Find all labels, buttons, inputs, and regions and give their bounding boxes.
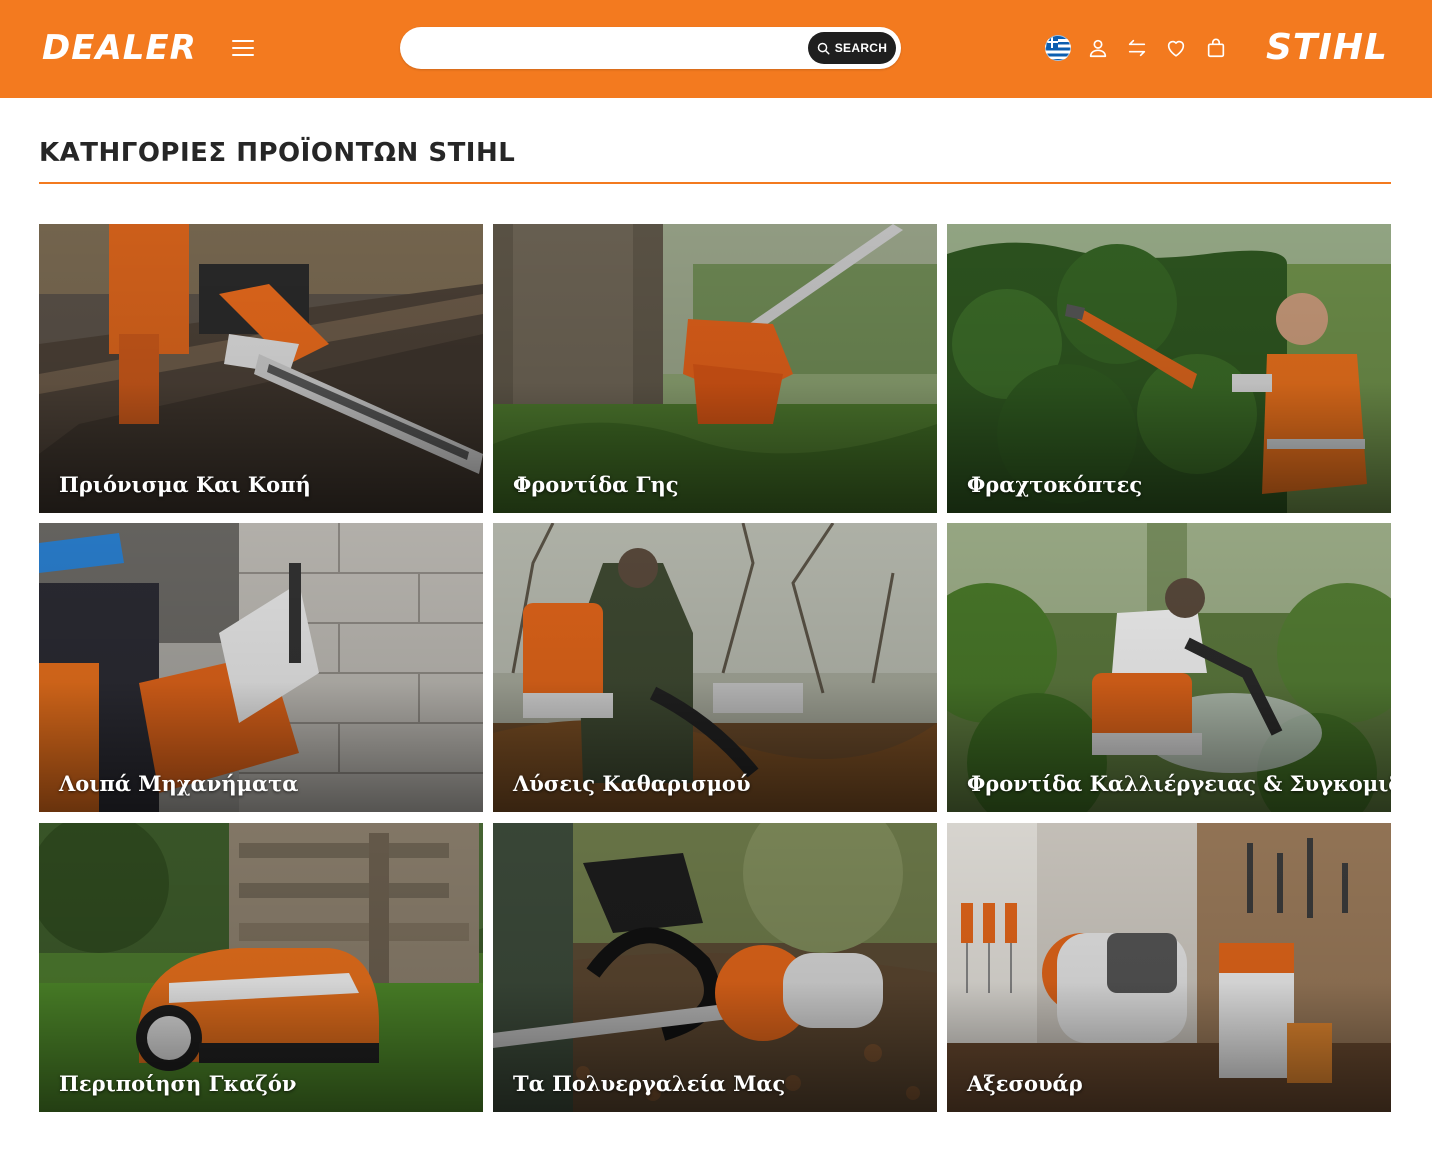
greece-flag-icon <box>1045 35 1071 61</box>
category-label: Λοιπά Μηχανήματα <box>59 771 299 796</box>
menu-icon[interactable] <box>230 36 256 60</box>
heart-icon <box>1167 40 1185 57</box>
cart-button[interactable] <box>1202 34 1230 62</box>
category-tile-accessories[interactable]: Αξεσουάρ <box>947 823 1391 1112</box>
search-icon <box>817 42 830 55</box>
category-grid: Πριόνισμα Και Κοπή Φροντίδα Γης Φραχτοκό… <box>39 224 1391 1112</box>
category-tile-sawing-cutting[interactable]: Πριόνισμα Και Κοπή <box>39 224 483 513</box>
search-button[interactable]: SEARCH <box>808 32 896 64</box>
category-label: Περιποίηση Γκαζόν <box>59 1071 297 1096</box>
wishlist-button[interactable] <box>1162 34 1190 62</box>
shopping-bag-icon <box>1207 38 1225 58</box>
category-label: Φραχτοκόπτες <box>967 472 1143 497</box>
user-icon <box>1089 39 1107 58</box>
title-divider <box>39 182 1391 184</box>
dealer-logo[interactable]: DEALER <box>42 26 197 70</box>
page-title: ΚΑΤΗΓΟΡΙΕΣ ΠΡΟΪΟΝΤΩΝ STIHL <box>39 138 516 168</box>
category-label: Φροντίδα Γης <box>513 472 679 497</box>
category-label: Πριόνισμα Και Κοπή <box>59 472 311 497</box>
category-label: Λύσεις Καθαρισμού <box>513 771 751 796</box>
language-selector[interactable] <box>1044 34 1072 62</box>
category-tile-crop-care-harvest[interactable]: Φροντίδα Καλλιέργειας & Συγκομιδή <box>947 523 1391 812</box>
category-tile-multi-tools[interactable]: Τα Πολυεργαλεία Μας <box>493 823 937 1112</box>
search-input[interactable] <box>418 33 798 63</box>
site-header: DEALER SEARCH STIHL <box>0 0 1432 98</box>
compare-button[interactable] <box>1123 34 1151 62</box>
category-label: Φροντίδα Καλλιέργειας & Συγκομιδή <box>967 771 1391 796</box>
category-tile-land-care[interactable]: Φροντίδα Γης <box>493 224 937 513</box>
category-label: Τα Πολυεργαλεία Μας <box>513 1071 786 1096</box>
search-button-label: SEARCH <box>834 41 888 55</box>
search-bar: SEARCH <box>400 27 901 69</box>
category-tile-hedge-trimmers[interactable]: Φραχτοκόπτες <box>947 224 1391 513</box>
stihl-logo[interactable]: STIHL <box>1266 26 1388 70</box>
compare-icon <box>1128 39 1146 57</box>
category-label: Αξεσουάρ <box>967 1071 1083 1096</box>
category-tile-lawn-care[interactable]: Περιποίηση Γκαζόν <box>39 823 483 1112</box>
account-button[interactable] <box>1084 34 1112 62</box>
category-tile-cleaning-solutions[interactable]: Λύσεις Καθαρισμού <box>493 523 937 812</box>
category-tile-other-machines[interactable]: Λοιπά Μηχανήματα <box>39 523 483 812</box>
